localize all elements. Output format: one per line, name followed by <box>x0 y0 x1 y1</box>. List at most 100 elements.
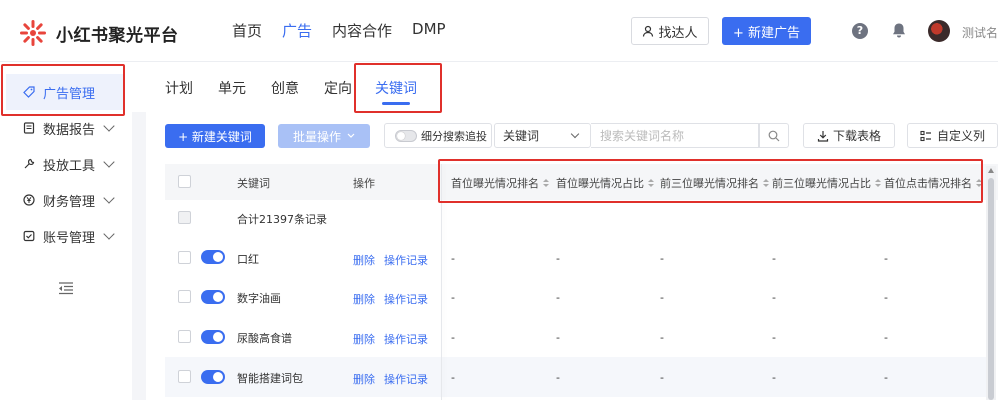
new-ad-button[interactable]: + 新建广告 <box>722 17 811 45</box>
sidebar-item-label: 投放工具 <box>43 158 96 174</box>
search-field-value: 关键词 <box>503 129 540 143</box>
col-first-exposure-rank[interactable]: 首位曝光情况排名 <box>451 175 549 191</box>
row-checkbox[interactable] <box>178 251 191 264</box>
keyword-search-input[interactable] <box>591 123 759 148</box>
tab-keywords[interactable]: 关键词 <box>375 78 417 98</box>
sort-icon[interactable] <box>648 178 654 188</box>
columns-icon <box>920 130 931 141</box>
batch-operation-button[interactable]: 批量操作 <box>278 124 370 148</box>
fine-search-toggle[interactable]: 细分搜索追投 <box>384 123 492 148</box>
add-keyword-button[interactable]: + 新建关键词 <box>165 124 265 148</box>
delete-link[interactable]: 删除 <box>353 331 375 347</box>
summary-checkbox <box>178 211 191 224</box>
sidebar-item-delivery-tools[interactable]: 投放工具 <box>0 146 132 182</box>
nav-home[interactable]: 首页 <box>232 20 262 41</box>
sort-icon[interactable] <box>763 178 769 188</box>
metric-value: - <box>660 331 664 344</box>
sort-icon[interactable] <box>976 178 982 188</box>
chevron-down-icon <box>103 228 115 240</box>
operation-log-link[interactable]: 操作记录 <box>384 331 428 347</box>
sort-icon[interactable] <box>875 178 881 188</box>
scroll-up-arrow-icon[interactable] <box>988 168 994 173</box>
metric-value: - <box>451 291 455 304</box>
metric-value: - <box>556 252 560 265</box>
metric-value: - <box>772 252 776 265</box>
yen-icon <box>22 193 36 207</box>
col-label: 首位曝光情况排名 <box>451 177 539 190</box>
sort-icon[interactable] <box>543 178 549 188</box>
col-label: 前三位曝光情况排名 <box>660 177 759 190</box>
chevron-down-icon <box>103 156 115 168</box>
chevron-down-icon <box>570 129 580 139</box>
operation-log-link[interactable]: 操作记录 <box>384 291 428 307</box>
find-creator-button[interactable]: 找达人 <box>631 17 709 45</box>
username[interactable]: 测试名 <box>962 24 998 41</box>
chevron-down-icon <box>347 133 355 138</box>
keyword-name: 口红 <box>237 253 259 266</box>
row-checkbox[interactable] <box>178 370 191 383</box>
summary-total: 合计21397条记录 <box>237 213 327 226</box>
col-keyword: 关键词 <box>237 177 270 190</box>
table-row <box>165 277 986 317</box>
metric-value: - <box>660 252 664 265</box>
col-first-click-rank[interactable]: 首位点击情况排名 <box>884 175 982 191</box>
operation-log-link[interactable]: 操作记录 <box>384 252 428 268</box>
help-icon[interactable]: ? <box>852 23 868 39</box>
chevron-down-icon <box>103 120 115 132</box>
sidebar-item-label: 广告管理 <box>43 86 96 102</box>
delete-link[interactable]: 删除 <box>353 371 375 387</box>
delete-link[interactable]: 删除 <box>353 252 375 268</box>
avatar[interactable] <box>928 20 950 42</box>
metric-value: - <box>884 331 888 344</box>
report-icon <box>22 121 36 135</box>
keyword-status-toggle[interactable] <box>201 370 225 384</box>
search-field-select[interactable]: 关键词 <box>494 123 591 148</box>
nav-dmp[interactable]: DMP <box>412 20 446 41</box>
metric-value: - <box>556 331 560 344</box>
tab-creative[interactable]: 创意 <box>271 78 299 98</box>
keyword-status-toggle[interactable] <box>201 250 225 264</box>
tab-bar <box>132 62 998 112</box>
col-first-exposure-share[interactable]: 首位曝光情况占比 <box>556 175 654 191</box>
search-button[interactable] <box>759 123 789 148</box>
operation-log-link[interactable]: 操作记录 <box>384 371 428 387</box>
row-checkbox[interactable] <box>178 330 191 343</box>
keyword-name: 尿酸高食谱 <box>237 332 292 345</box>
nav-ads[interactable]: 广告 <box>282 20 312 41</box>
keyword-status-toggle[interactable] <box>201 290 225 304</box>
bell-icon[interactable] <box>891 22 907 39</box>
row-checkbox[interactable] <box>178 290 191 303</box>
brand-logo[interactable]: 小红书聚光平台 <box>18 18 179 48</box>
keyword-status-toggle[interactable] <box>201 330 225 344</box>
metric-value: - <box>884 252 888 265</box>
tab-targeting[interactable]: 定向 <box>324 78 352 98</box>
top-bar: 小红书聚光平台 首页 广告 内容合作 DMP 找达人 + 新建广告 ? 测试名 <box>0 0 998 62</box>
user-icon <box>643 25 654 37</box>
nav-content-coop[interactable]: 内容合作 <box>332 20 392 41</box>
col-top3-exposure-rank[interactable]: 前三位曝光情况排名 <box>660 175 769 191</box>
collapse-menu-icon[interactable] <box>58 282 74 295</box>
sidebar-item-data-report[interactable]: 数据报告 <box>0 110 132 146</box>
sidebar-item-ad-management[interactable]: 广告管理 <box>6 74 124 110</box>
sidebar-item-finance[interactable]: 财务管理 <box>0 182 132 218</box>
table-scrollbar-thumb[interactable] <box>988 178 994 400</box>
custom-columns-button[interactable]: 自定义列 <box>907 123 998 148</box>
tab-plan[interactable]: 计划 <box>165 78 193 98</box>
sidebar-item-label: 数据报告 <box>43 122 96 138</box>
tag-icon <box>22 85 36 99</box>
col-top3-exposure-share[interactable]: 前三位曝光情况占比 <box>772 175 881 191</box>
sidebar-item-label: 账号管理 <box>43 230 96 246</box>
download-table-button[interactable]: 下载表格 <box>803 123 895 148</box>
keyword-name: 数字油画 <box>237 292 281 305</box>
download-table-label: 下载表格 <box>832 129 881 143</box>
select-all-checkbox[interactable] <box>178 175 191 188</box>
find-creator-label: 找达人 <box>658 25 698 41</box>
table-row <box>165 238 986 278</box>
delete-link[interactable]: 删除 <box>353 291 375 307</box>
sidebar-item-account[interactable]: 账号管理 <box>0 218 132 254</box>
active-tab-indicator <box>382 102 410 105</box>
logo-icon <box>20 20 46 46</box>
fine-search-switch[interactable] <box>395 129 417 142</box>
metric-value: - <box>884 291 888 304</box>
tab-unit[interactable]: 单元 <box>218 78 246 98</box>
